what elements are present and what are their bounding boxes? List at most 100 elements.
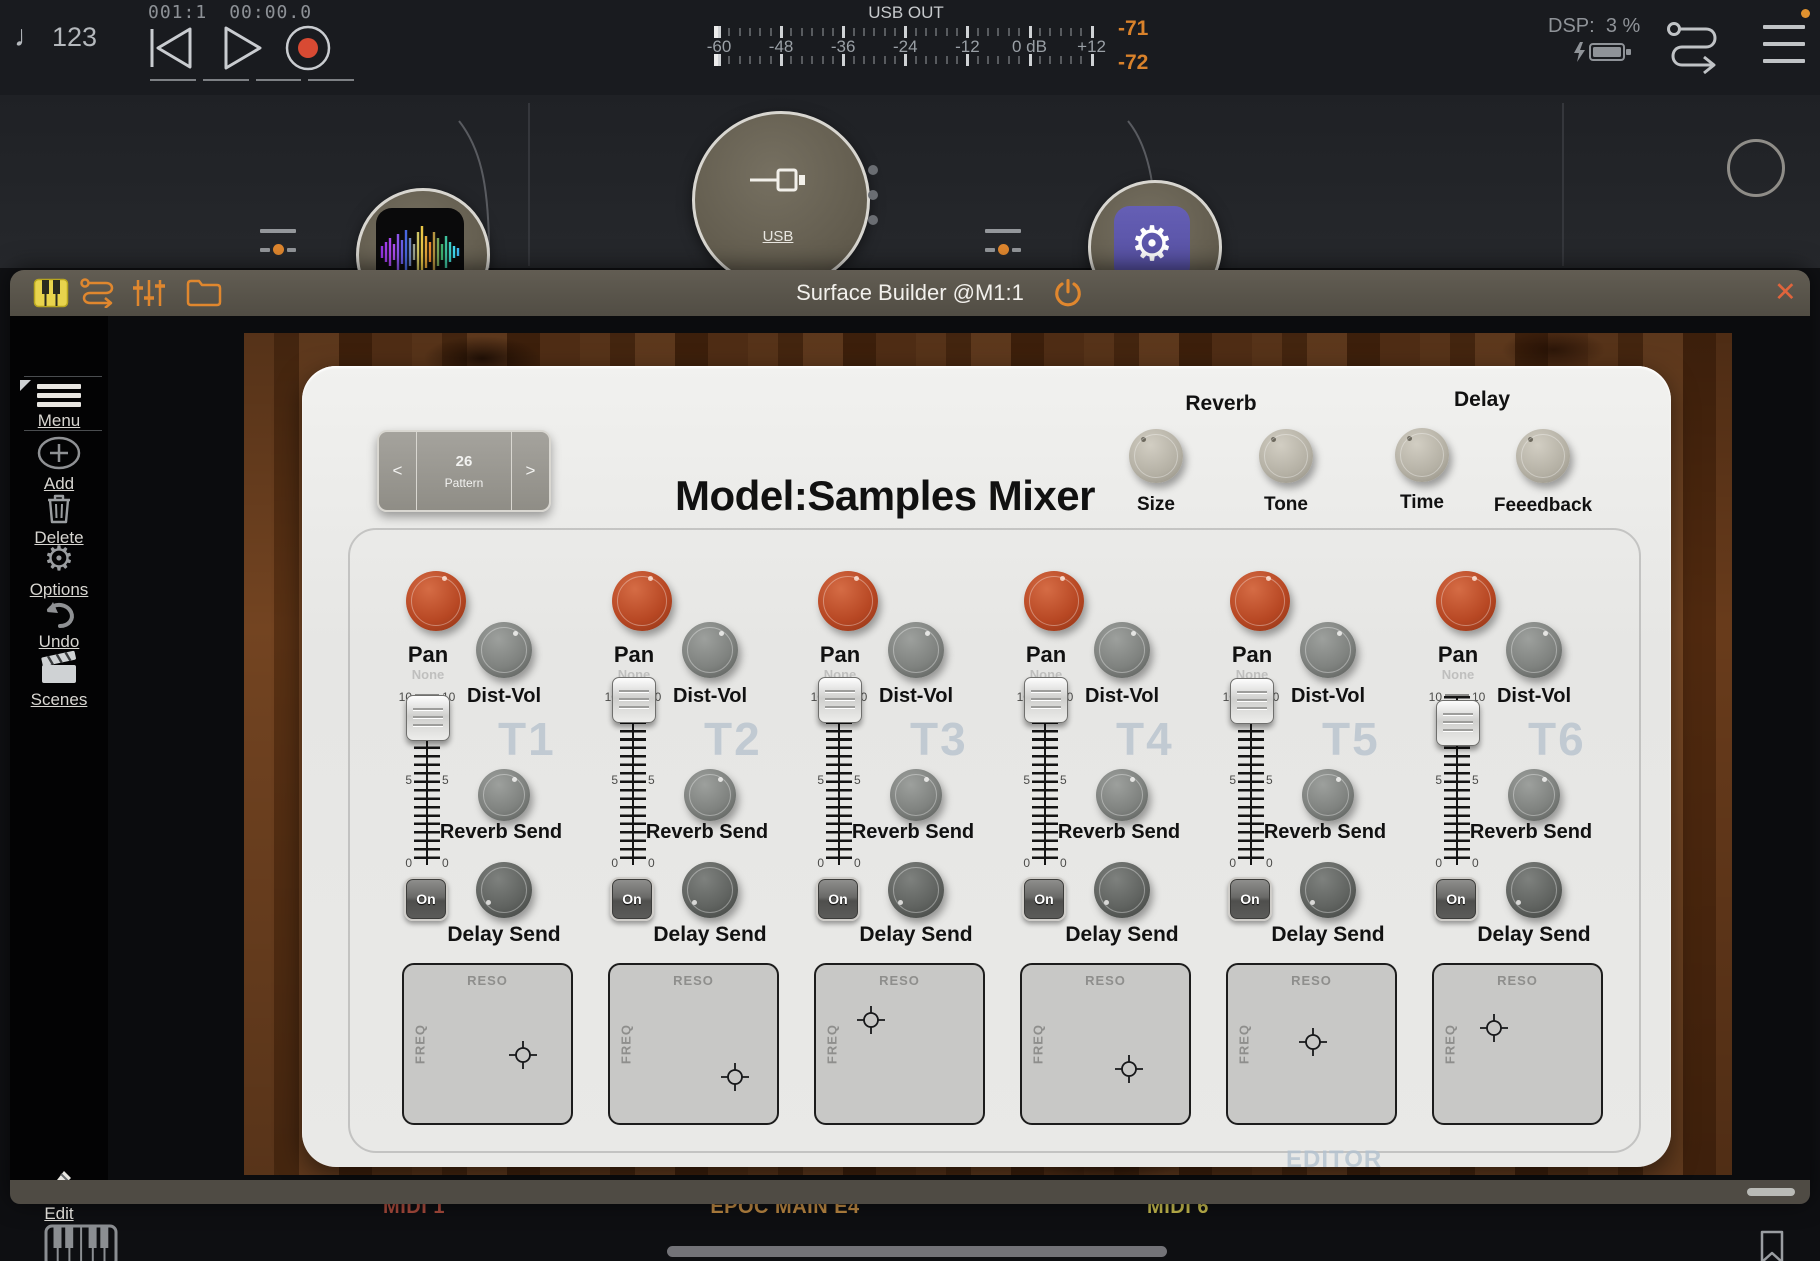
on-button[interactable]: On [1228, 877, 1272, 921]
output-meter-right [714, 54, 1104, 66]
fader-cap[interactable] [1436, 700, 1480, 746]
pan-knob[interactable] [1024, 571, 1084, 631]
reverb-section-label: Reverb [1141, 392, 1301, 416]
xy-filter-pad[interactable]: RESO FREQ [402, 963, 573, 1125]
dist-vol-knob[interactable] [1506, 622, 1562, 678]
xy-filter-pad[interactable]: RESO FREQ [814, 963, 985, 1125]
fader-cap[interactable] [612, 677, 656, 723]
horizontal-scrollbar[interactable] [667, 1246, 1167, 1257]
node-canvas: USB ⚙ [0, 95, 1820, 268]
loop-range-indicator[interactable] [150, 79, 354, 81]
mini-mixer-icon[interactable] [260, 229, 296, 255]
bookmark-icon[interactable] [1758, 1230, 1786, 1261]
pan-label: Pan [388, 642, 468, 668]
dist-vol-knob[interactable] [682, 622, 738, 678]
delay-send-knob[interactable] [1506, 862, 1562, 918]
delay-send-label: Delay Send [645, 923, 775, 947]
delay-send-label: Delay Send [1263, 923, 1393, 947]
pan-knob[interactable] [818, 571, 878, 631]
fader-cap[interactable] [406, 695, 450, 741]
xy-crosshair[interactable] [509, 1041, 537, 1069]
fader-scale-0: 0 [442, 856, 464, 870]
reverb-tone-knob[interactable] [1259, 429, 1313, 483]
fader-scale-0: 0 [390, 856, 412, 870]
close-icon[interactable]: ✕ [1774, 276, 1797, 310]
fader-scale-5: 5 [1472, 773, 1494, 787]
xy-filter-pad[interactable]: RESO FREQ [1432, 963, 1603, 1125]
mini-mixer-icon[interactable] [985, 229, 1021, 255]
pan-label: Pan [594, 642, 674, 668]
delay-send-knob[interactable] [1300, 862, 1356, 918]
fader-scale-5: 5 [1214, 773, 1236, 787]
xy-filter-pad[interactable]: RESO FREQ [608, 963, 779, 1125]
usb-output-node[interactable] [692, 111, 870, 289]
sidebar-item-scenes[interactable]: Scenes [10, 650, 108, 710]
dist-vol-knob[interactable] [1094, 622, 1150, 678]
on-button[interactable]: On [1022, 877, 1066, 921]
xy-crosshair[interactable] [1115, 1055, 1143, 1083]
pattern-prev-button[interactable]: < [379, 432, 417, 510]
sidebar-item-options[interactable]: ⚙ Options [10, 542, 108, 600]
on-button[interactable]: On [610, 877, 654, 921]
on-button[interactable]: On [1434, 877, 1478, 921]
fader-cap[interactable] [1024, 677, 1068, 723]
pan-knob[interactable] [612, 571, 672, 631]
usb-node-label[interactable]: USB [748, 228, 808, 245]
sidebar-item-menu[interactable]: Menu [10, 384, 108, 431]
dist-vol-knob[interactable] [1300, 622, 1356, 678]
sidebar-item-add[interactable]: Add [10, 436, 108, 494]
pad-reso-label: RESO [1228, 973, 1395, 988]
pattern-value[interactable]: 26 Pattern [417, 432, 511, 510]
dist-vol-label: Dist-Vol [1067, 685, 1177, 708]
xy-crosshair[interactable] [1299, 1028, 1327, 1056]
delay-send-knob[interactable] [888, 862, 944, 918]
pad-reso-label: RESO [1434, 973, 1601, 988]
meter-scale-labels: -60-48-36-24-120 dB+12 [714, 37, 1104, 53]
delay-feedback-knob[interactable] [1516, 429, 1570, 483]
pan-knob[interactable] [1436, 571, 1496, 631]
xy-filter-pad[interactable]: RESO FREQ [1020, 963, 1191, 1125]
fader-cap[interactable] [1230, 678, 1274, 724]
builder-sidebar: Menu Add Dele [10, 316, 108, 1180]
track-ghost-label: T4 [1116, 712, 1174, 766]
reverb-send-knob[interactable] [1096, 769, 1148, 821]
reverb-send-knob[interactable] [684, 769, 736, 821]
dist-vol-label: Dist-Vol [449, 685, 559, 708]
delay-send-knob[interactable] [1094, 862, 1150, 918]
delay-send-knob[interactable] [682, 862, 738, 918]
dist-vol-knob[interactable] [476, 622, 532, 678]
dsp-load: DSP: 3 % [1548, 15, 1640, 38]
reverb-size-knob[interactable] [1129, 429, 1183, 483]
mixer-track-strip: Pan None Dist-Vol 10 10 5 5 0 0 T4 Rever… [1012, 526, 1198, 1126]
keyboard-icon[interactable] [44, 1224, 118, 1261]
reverb-send-knob[interactable] [890, 769, 942, 821]
empty-node-slot[interactable] [1727, 139, 1785, 197]
play-button[interactable] [222, 24, 264, 72]
gear-icon: ⚙ [1130, 220, 1173, 268]
xy-filter-pad[interactable]: RESO FREQ [1226, 963, 1397, 1125]
tempo-display[interactable]: ♩123 [14, 20, 97, 54]
on-button[interactable]: On [404, 877, 448, 921]
reverb-send-knob[interactable] [478, 769, 530, 821]
xy-crosshair[interactable] [721, 1063, 749, 1091]
delay-time-knob[interactable] [1395, 428, 1449, 482]
on-button[interactable]: On [816, 877, 860, 921]
pan-knob[interactable] [406, 571, 466, 631]
editor-ghost-label: EDITOR [1286, 1146, 1382, 1174]
record-button[interactable] [284, 24, 332, 72]
pattern-next-button[interactable]: > [511, 432, 549, 510]
reverb-send-knob[interactable] [1302, 769, 1354, 821]
reverb-send-knob[interactable] [1508, 769, 1560, 821]
xy-crosshair[interactable] [857, 1006, 885, 1034]
delay-send-knob[interactable] [476, 862, 532, 918]
sidebar-item-undo[interactable]: Undo [10, 600, 108, 652]
footer-scrollbar[interactable] [1747, 1188, 1795, 1196]
power-button[interactable] [1053, 278, 1083, 308]
routing-icon[interactable] [1666, 20, 1724, 76]
pan-knob[interactable] [1230, 571, 1290, 631]
dist-vol-knob[interactable] [888, 622, 944, 678]
rewind-button[interactable] [146, 24, 196, 72]
main-menu-icon[interactable] [1763, 25, 1805, 76]
fader-cap[interactable] [818, 677, 862, 723]
xy-crosshair[interactable] [1480, 1014, 1508, 1042]
